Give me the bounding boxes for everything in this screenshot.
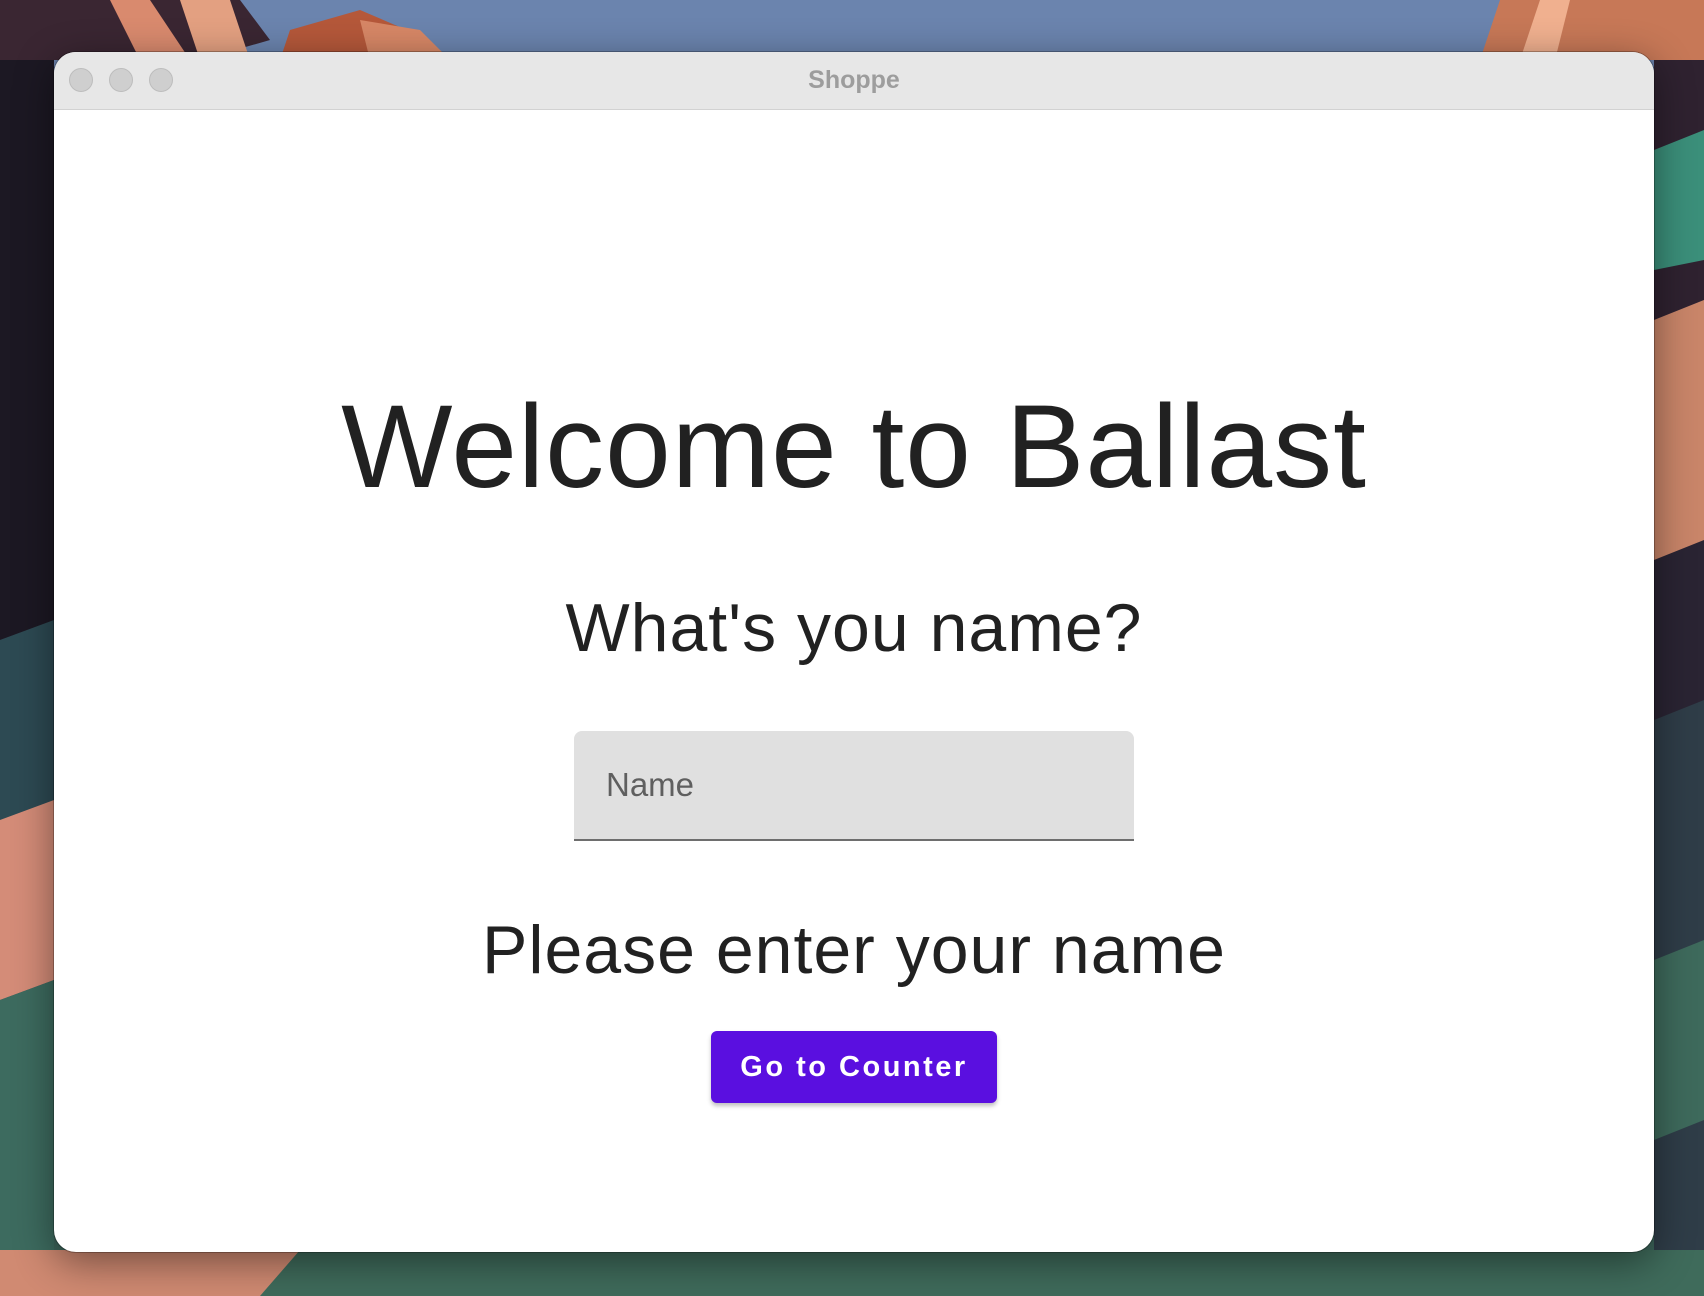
name-question: What's you name? xyxy=(565,590,1143,666)
name-field[interactable] xyxy=(574,731,1134,841)
name-input[interactable] xyxy=(574,731,1134,839)
title-bar[interactable]: Shoppe xyxy=(54,52,1654,110)
window-title: Shoppe xyxy=(808,66,900,94)
name-prompt: Please enter your name xyxy=(482,912,1226,988)
welcome-heading: Welcome to Ballast xyxy=(341,381,1367,513)
app-window: Shoppe Welcome to Ballast What's you nam… xyxy=(54,52,1654,1252)
go-to-counter-button[interactable]: Go to Counter xyxy=(711,1031,997,1103)
main-content: Welcome to Ballast What's you name? Plea… xyxy=(54,110,1654,1252)
